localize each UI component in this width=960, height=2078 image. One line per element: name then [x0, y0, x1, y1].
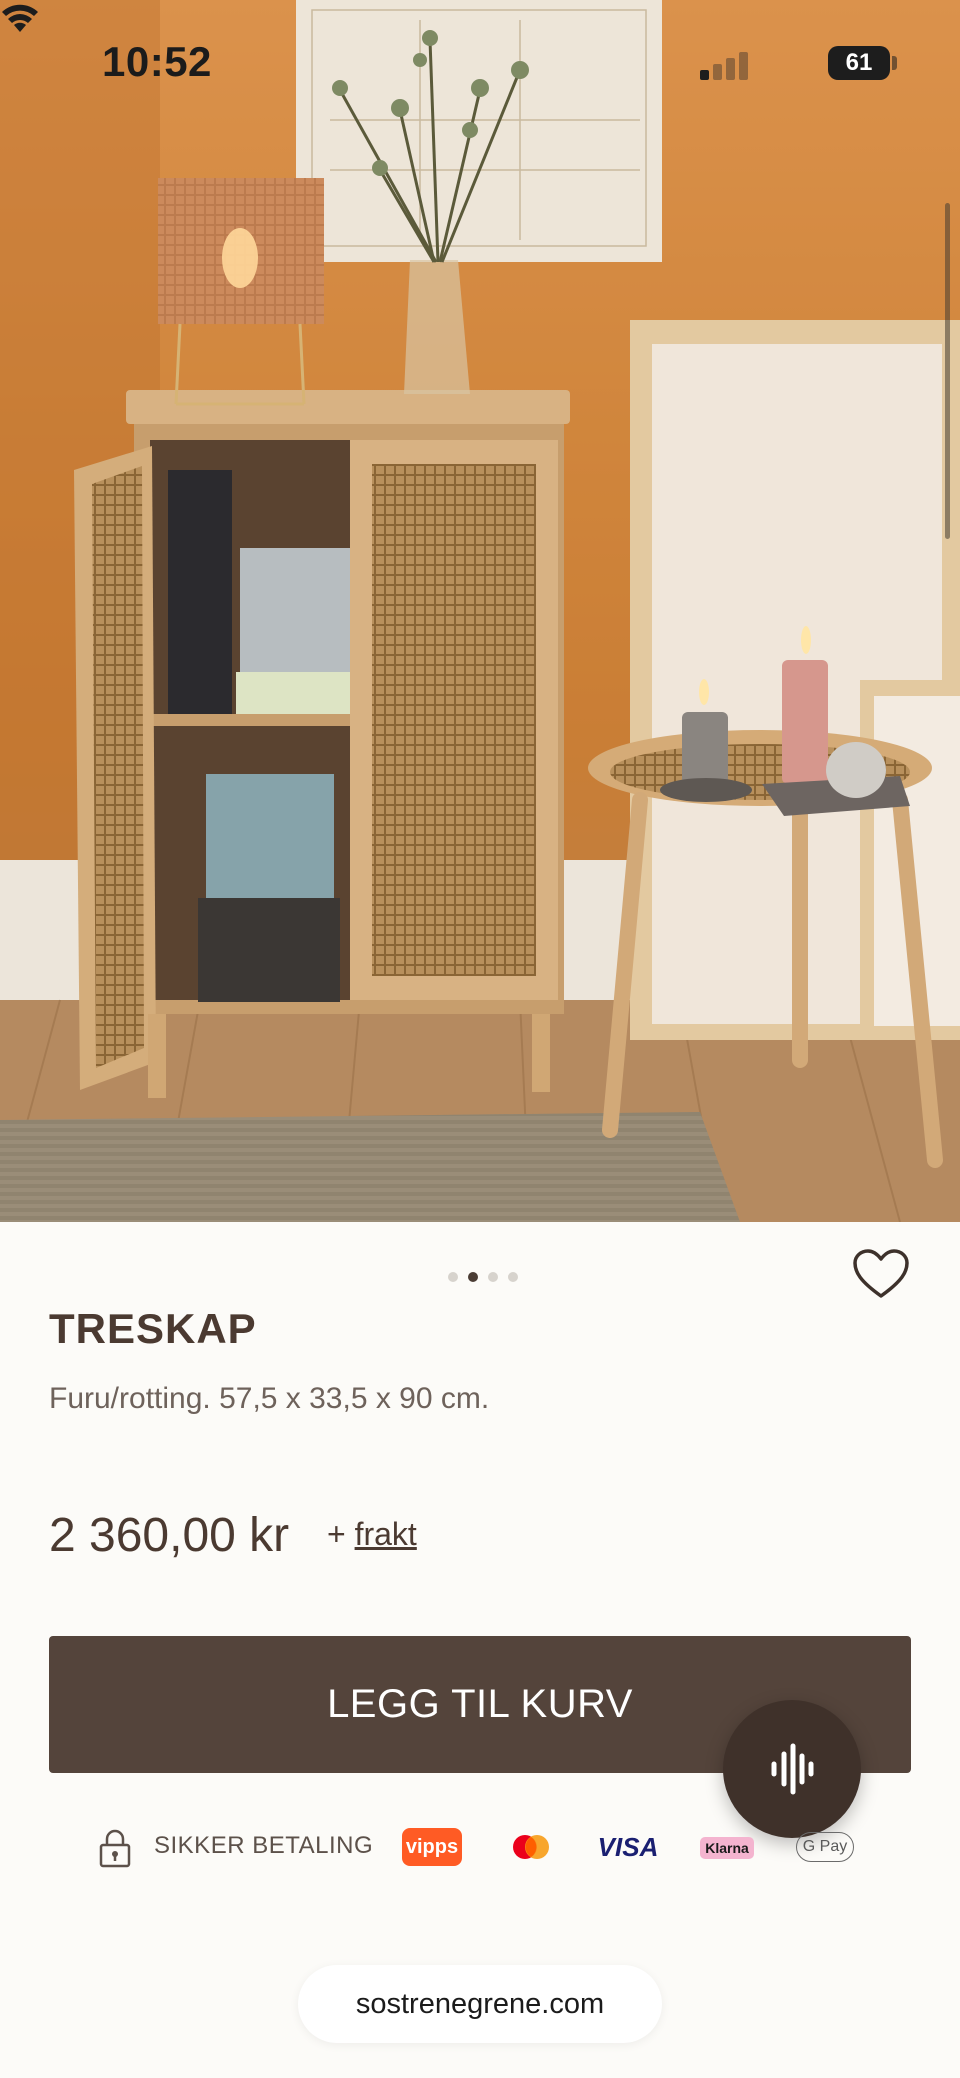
visa-logo: VISA — [597, 1831, 659, 1862]
mastercard-logo-icon — [513, 1835, 549, 1859]
product-title: TRESKAP — [49, 1305, 257, 1352]
pager-dot[interactable] — [448, 1272, 458, 1282]
google-pay-logo: G Pay — [796, 1832, 854, 1862]
lock-icon — [99, 1829, 131, 1868]
battery-icon: 61 — [828, 46, 890, 80]
product-price: 2 360,00 kr — [49, 1509, 290, 1562]
pager-dot[interactable] — [488, 1272, 498, 1282]
product-description: Furu/rotting. 57,5 x 33,5 x 90 cm. — [49, 1382, 490, 1415]
cellular-signal-icon — [700, 50, 750, 80]
vipps-logo: vipps — [402, 1828, 462, 1866]
scroll-indicator[interactable] — [945, 203, 950, 539]
wifi-icon — [2, 4, 38, 32]
image-pager[interactable] — [448, 1272, 518, 1282]
secure-payment-label: SIKKER BETALING — [154, 1832, 374, 1859]
battery-cap — [892, 56, 897, 70]
pager-dot-active[interactable] — [468, 1272, 478, 1282]
secure-payment-row: SIKKER BETALING vipps VISA Klarna G Pay — [0, 1820, 960, 1876]
sound-wave-icon — [771, 1743, 814, 1795]
browser-url-bar[interactable]: sostrenegrene.com — [298, 1965, 662, 2043]
pager-dot[interactable] — [508, 1272, 518, 1282]
shipping-prefix: + — [327, 1516, 355, 1552]
shipping-link[interactable]: frakt — [355, 1516, 417, 1552]
klarna-logo: Klarna — [700, 1837, 754, 1859]
product-photo — [0, 0, 960, 1222]
voice-assistant-button[interactable] — [723, 1700, 861, 1838]
battery-level: 61 — [845, 49, 873, 76]
favorite-heart-icon[interactable] — [852, 1248, 910, 1300]
product-image[interactable]: 10:52 61 — [0, 0, 960, 1222]
status-time: 10:52 — [102, 38, 212, 85]
shipping-info: + frakt — [327, 1516, 417, 1553]
status-bar: 10:52 61 — [0, 0, 960, 130]
